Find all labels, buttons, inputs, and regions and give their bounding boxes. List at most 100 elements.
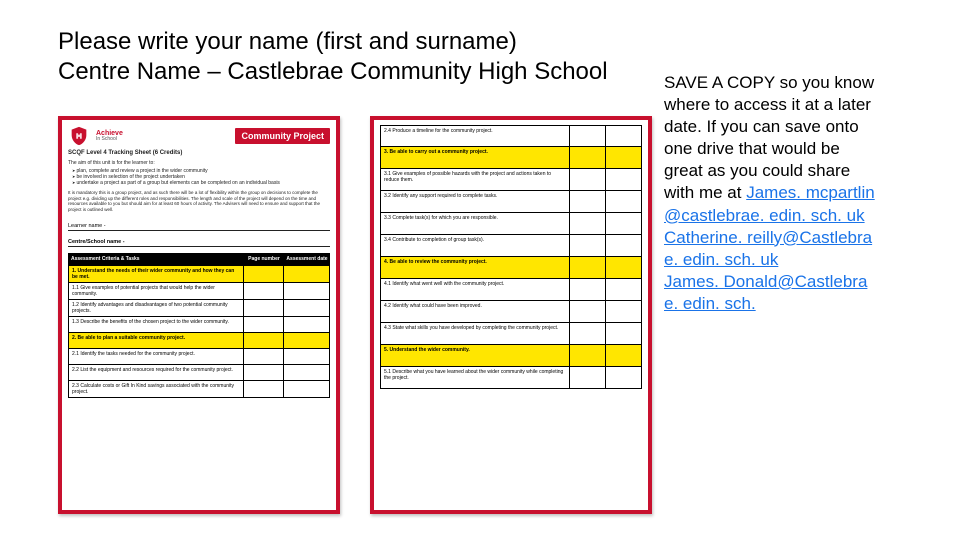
page-number-cell[interactable] bbox=[243, 317, 283, 332]
assessment-date-cell[interactable] bbox=[283, 365, 329, 380]
table-row: 3.4 Contribute to completion of group ta… bbox=[380, 235, 642, 257]
assessment-date-cell[interactable] bbox=[605, 301, 641, 322]
page-number-cell[interactable] bbox=[569, 235, 605, 256]
page1-rows: 1. Understand the needs of their wider c… bbox=[68, 265, 330, 398]
assessment-date-cell[interactable] bbox=[605, 279, 641, 300]
page2-rows: 2.4 Produce a timeline for the community… bbox=[380, 125, 642, 389]
assessment-date-cell[interactable] bbox=[605, 213, 641, 234]
page-number-cell[interactable] bbox=[243, 300, 283, 316]
assessment-date-cell[interactable] bbox=[283, 333, 329, 348]
criteria-cell: 5.1 Describe what you have learned about… bbox=[381, 367, 569, 388]
assessment-date-cell[interactable] bbox=[605, 367, 641, 388]
page-number-cell[interactable] bbox=[569, 126, 605, 146]
criteria-cell: 2.1 Identify the tasks needed for the co… bbox=[69, 349, 243, 364]
assessment-date-cell[interactable] bbox=[283, 349, 329, 364]
criteria-cell: 3. Be able to carry out a community proj… bbox=[381, 147, 569, 168]
scqf-title: SCQF Level 4 Tracking Sheet (6 Credits) bbox=[68, 150, 330, 156]
table-row: 1.2 Identify advantages and disadvantage… bbox=[68, 300, 330, 317]
criteria-header-col-3: Assessment date bbox=[284, 253, 330, 265]
page-number-cell[interactable] bbox=[569, 257, 605, 278]
assessment-date-cell[interactable] bbox=[605, 169, 641, 190]
assessment-date-cell[interactable] bbox=[605, 191, 641, 212]
logo-line-2: In School bbox=[96, 137, 123, 142]
table-row: 1. Understand the needs of their wider c… bbox=[68, 265, 330, 283]
heading-line-1: Please write your name (first and surnam… bbox=[58, 28, 940, 56]
criteria-cell: 2. Be able to plan a suitable community … bbox=[69, 333, 243, 348]
criteria-header-col-1: Assessment Criteria & Tasks bbox=[68, 253, 244, 265]
criteria-cell: 5. Understand the wider community. bbox=[381, 345, 569, 366]
logo-text: Achieve In School bbox=[96, 130, 123, 142]
criteria-cell: 4. Be able to review the community proje… bbox=[381, 257, 569, 278]
table-row: 4. Be able to review the community proje… bbox=[380, 257, 642, 279]
side-note: SAVE A COPY so you know where to access … bbox=[664, 72, 876, 315]
learner-name-field[interactable]: Learner name - bbox=[68, 217, 330, 231]
assessment-date-cell[interactable] bbox=[605, 345, 641, 366]
table-row: 4.2 Identify what could have been improv… bbox=[380, 301, 642, 323]
criteria-cell: 1.3 Describe the benefits of the chosen … bbox=[69, 317, 243, 332]
page-number-cell[interactable] bbox=[569, 345, 605, 366]
logo-row: Achieve In School Community Project bbox=[68, 125, 330, 147]
email-link-3[interactable]: James. Donald@Castlebrae. edin. sch. bbox=[664, 272, 867, 313]
assessment-date-cell[interactable] bbox=[283, 317, 329, 332]
table-row: 5.1 Describe what you have learned about… bbox=[380, 367, 642, 389]
assessment-date-cell[interactable] bbox=[283, 300, 329, 316]
assessment-date-cell[interactable] bbox=[605, 257, 641, 278]
table-row: 2. Be able to plan a suitable community … bbox=[68, 333, 330, 349]
table-row: 3.3 Complete task(s) for which you are r… bbox=[380, 213, 642, 235]
assessment-date-cell[interactable] bbox=[605, 147, 641, 168]
email-link-2[interactable]: Catherine. reilly@Castlebrae. edin. sch.… bbox=[664, 228, 872, 269]
assessment-date-cell[interactable] bbox=[283, 266, 329, 282]
page-number-cell[interactable] bbox=[569, 169, 605, 190]
table-row: 2.4 Produce a timeline for the community… bbox=[380, 125, 642, 147]
criteria-header: Assessment Criteria & Tasks Page number … bbox=[68, 253, 330, 265]
table-row: 1.3 Describe the benefits of the chosen … bbox=[68, 317, 330, 333]
page-number-cell[interactable] bbox=[569, 323, 605, 344]
tracking-sheet-page-2: 2.4 Produce a timeline for the community… bbox=[370, 116, 652, 514]
criteria-cell: 4.3 State what skills you have developed… bbox=[381, 323, 569, 344]
page-number-cell[interactable] bbox=[243, 333, 283, 348]
page-number-cell[interactable] bbox=[243, 283, 283, 299]
page-number-cell[interactable] bbox=[569, 301, 605, 322]
page-number-cell[interactable] bbox=[569, 367, 605, 388]
table-row: 2.2 List the equipment and resources req… bbox=[68, 365, 330, 381]
criteria-cell: 4.1 Identify what went well with the com… bbox=[381, 279, 569, 300]
criteria-cell: 3.3 Complete task(s) for which you are r… bbox=[381, 213, 569, 234]
criteria-cell: 2.4 Produce a timeline for the community… bbox=[381, 126, 569, 146]
shield-icon bbox=[68, 125, 90, 147]
page-number-cell[interactable] bbox=[569, 147, 605, 168]
page-number-cell[interactable] bbox=[243, 365, 283, 380]
page-number-cell[interactable] bbox=[569, 213, 605, 234]
criteria-cell: 3.4 Contribute to completion of group ta… bbox=[381, 235, 569, 256]
side-note-lead: SAVE A COPY bbox=[664, 73, 775, 92]
tracking-sheet-page-1: Achieve In School Community Project SCQF… bbox=[58, 116, 340, 514]
page-number-cell[interactable] bbox=[243, 381, 283, 397]
table-row: 2.1 Identify the tasks needed for the co… bbox=[68, 349, 330, 365]
page-number-cell[interactable] bbox=[569, 279, 605, 300]
aim-item: undertake a project as part of a group b… bbox=[72, 180, 330, 186]
assessment-date-cell[interactable] bbox=[283, 283, 329, 299]
table-row: 4.1 Identify what went well with the com… bbox=[380, 279, 642, 301]
table-row: 4.3 State what skills you have developed… bbox=[380, 323, 642, 345]
criteria-cell: 1.2 Identify advantages and disadvantage… bbox=[69, 300, 243, 316]
assessment-date-cell[interactable] bbox=[283, 381, 329, 397]
criteria-cell: 3.1 Give examples of possible hazards wi… bbox=[381, 169, 569, 190]
criteria-header-col-2: Page number bbox=[244, 253, 284, 265]
page-number-cell[interactable] bbox=[569, 191, 605, 212]
table-row: 5. Understand the wider community. bbox=[380, 345, 642, 367]
assessment-date-cell[interactable] bbox=[605, 235, 641, 256]
table-row: 3. Be able to carry out a community proj… bbox=[380, 147, 642, 169]
criteria-cell: 1. Understand the needs of their wider c… bbox=[69, 266, 243, 282]
mandatory-paragraph: It is mandatory this is a group project,… bbox=[68, 190, 330, 213]
criteria-cell: 2.3 Calculate costs or Gift In Kind savi… bbox=[69, 381, 243, 397]
criteria-cell: 3.2 Identify any support required to com… bbox=[381, 191, 569, 212]
page-number-cell[interactable] bbox=[243, 349, 283, 364]
page-number-cell[interactable] bbox=[243, 266, 283, 282]
assessment-date-cell[interactable] bbox=[605, 126, 641, 146]
centre-name-field[interactable]: Centre/School name - bbox=[68, 233, 330, 247]
criteria-cell: 1.1 Give examples of potential projects … bbox=[69, 283, 243, 299]
table-row: 2.3 Calculate costs or Gift In Kind savi… bbox=[68, 381, 330, 398]
pages-row: Achieve In School Community Project SCQF… bbox=[58, 116, 652, 514]
table-row: 3.1 Give examples of possible hazards wi… bbox=[380, 169, 642, 191]
aim-title: The aim of this unit is for the learner … bbox=[68, 160, 330, 166]
assessment-date-cell[interactable] bbox=[605, 323, 641, 344]
